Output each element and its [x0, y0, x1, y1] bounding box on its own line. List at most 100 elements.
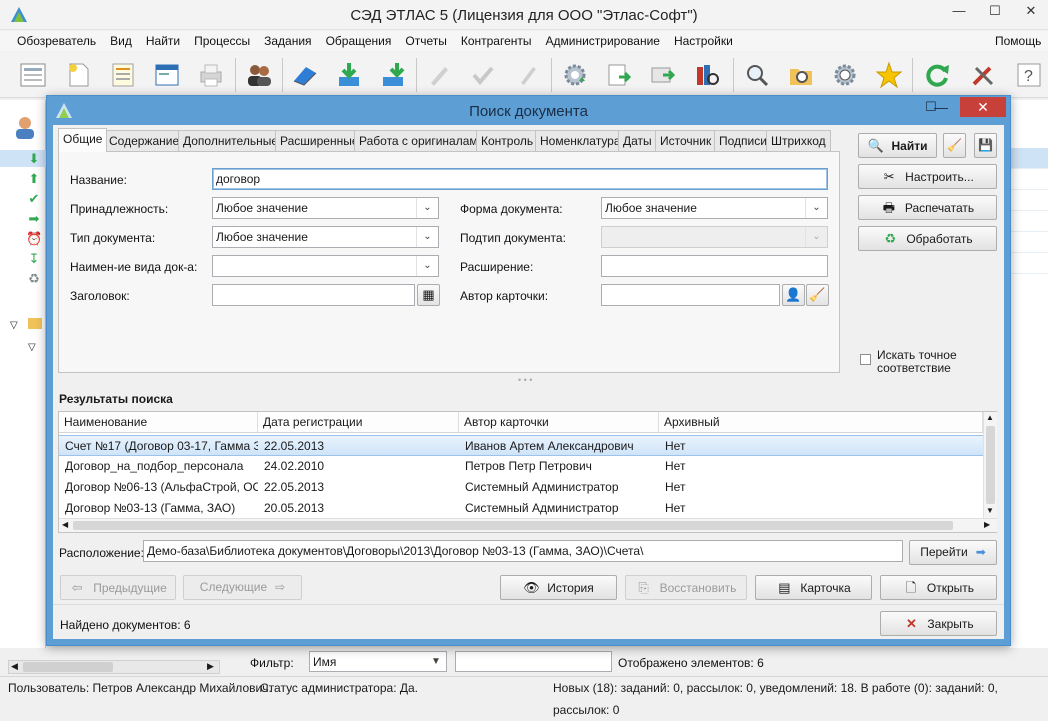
belonging-select[interactable]: Любое значение ⌄ [212, 197, 439, 219]
new-document-icon[interactable] [60, 56, 98, 94]
forward-icon[interactable] [644, 56, 682, 94]
filter-field-select[interactable]: Имя ▼ [309, 651, 447, 672]
history-button[interactable]: 👁 История [500, 575, 617, 600]
menu-item-requests[interactable]: Обращения [319, 31, 399, 51]
exact-match-checkbox[interactable] [860, 354, 871, 365]
scroll-down-icon[interactable]: ▼ [986, 506, 994, 515]
menu-item-find[interactable]: Найти [139, 31, 187, 51]
users-icon[interactable] [240, 56, 278, 94]
extension-input[interactable] [601, 255, 828, 277]
menu-item-help[interactable]: Помощь [988, 31, 1048, 51]
list-row[interactable] [1010, 190, 1048, 211]
close-dialog-button[interactable]: ✕ Закрыть [880, 611, 997, 636]
scroll-thumb[interactable] [73, 521, 953, 530]
tab-extended[interactable]: Расширенные [275, 130, 364, 151]
tab-control[interactable]: Контроль [476, 130, 539, 151]
tab-originals[interactable]: Работа с оригиналами [354, 130, 490, 151]
list-row[interactable] [1010, 169, 1048, 190]
scroll-left-icon[interactable]: ◀ [62, 520, 68, 529]
restore-button[interactable]: ⎘ Восстановить [625, 575, 747, 600]
location-path-input[interactable]: Демо-база\Библиотека документов\Договоры… [143, 540, 903, 562]
list-row[interactable] [1010, 211, 1048, 232]
author-input[interactable] [601, 284, 780, 306]
header-input[interactable] [212, 284, 415, 306]
doc-form-select[interactable]: Любое значение ⌄ [601, 197, 828, 219]
list-row[interactable] [1010, 253, 1048, 274]
maximize-button[interactable]: ☐ [980, 0, 1010, 24]
find-button[interactable]: 🔍 Найти [858, 133, 937, 158]
process-button[interactable]: ♻ Обработать [858, 226, 997, 251]
dialog-maximize-button[interactable]: ☐ [917, 98, 945, 118]
menu-item-tasks[interactable]: Задания [257, 31, 318, 51]
table-row[interactable]: Договор_на_подбор_персонала 24.02.2010 П… [59, 456, 983, 477]
user-profile-icon[interactable] [12, 114, 38, 140]
tab-general[interactable]: Общие [58, 128, 108, 152]
tree-horizontal-scrollbar[interactable]: ◀ ▶ [8, 660, 220, 674]
help-icon[interactable]: ? [1010, 56, 1048, 94]
tree-expand-icon[interactable]: ▽ [10, 320, 18, 331]
gear-process-icon[interactable] [556, 56, 594, 94]
open-button[interactable]: 🗋 Открыть [880, 575, 997, 600]
list-row[interactable] [1010, 232, 1048, 253]
column-header-author[interactable]: Автор карточки [459, 412, 659, 433]
minimize-button[interactable]: — [944, 0, 974, 24]
table-row[interactable]: Договор №06-13 (АльфаСтрой, ООО) 22.05.2… [59, 477, 983, 498]
configure-button[interactable]: ✂ Настроить... [858, 164, 997, 189]
menu-item-reports[interactable]: Отчеты [398, 31, 453, 51]
printer-icon[interactable] [192, 56, 230, 94]
import-icon[interactable] [374, 56, 412, 94]
books-icon[interactable] [688, 56, 726, 94]
scroll-up-icon[interactable]: ▲ [986, 413, 994, 422]
window-icon[interactable] [148, 56, 186, 94]
folder-search-icon[interactable] [782, 56, 820, 94]
menu-item-browser[interactable]: Обозреватель [10, 31, 103, 51]
doc-type-select[interactable]: Любое значение ⌄ [212, 226, 439, 248]
book-picker-icon[interactable]: ▦ [417, 284, 440, 306]
next-button[interactable]: Следующие ⇨ [183, 575, 302, 600]
scroll-right-icon[interactable]: ▶ [984, 520, 990, 529]
scanner-icon[interactable] [286, 56, 324, 94]
stamp-icon[interactable] [508, 56, 546, 94]
table-row[interactable]: Счет №17 (Договор 03-17, Гамма ЗАО) 22.0… [59, 435, 983, 456]
column-header-archived[interactable]: Архивный [659, 412, 983, 433]
edit-document-icon[interactable] [104, 56, 142, 94]
previous-button[interactable]: ⇦ Предыдущие [60, 575, 176, 600]
table-row[interactable]: Договор №03-13 (Гамма, ЗАО) 20.05.2013 С… [59, 498, 983, 518]
tab-dates[interactable]: Даты [618, 130, 657, 151]
name-input[interactable]: договор [212, 168, 828, 190]
scroll-thumb[interactable] [23, 662, 113, 672]
tab-nomenclature[interactable]: Номенклатура [535, 130, 626, 151]
export-icon[interactable] [600, 56, 638, 94]
pen-icon[interactable] [420, 56, 458, 94]
close-button[interactable]: ✕ [1016, 0, 1046, 24]
save-icon[interactable]: 💾 [974, 133, 997, 158]
filter-text-input[interactable] [455, 651, 612, 672]
tab-additional[interactable]: Дополнительные [178, 130, 283, 151]
tab-signatures[interactable]: Подписи [714, 130, 772, 151]
doc-subtype-select[interactable]: ⌄ [601, 226, 828, 248]
favorite-star-icon[interactable] [870, 56, 908, 94]
menu-item-settings[interactable]: Настройки [667, 31, 740, 51]
scroll-thumb[interactable] [986, 426, 995, 504]
tree-expand-icon[interactable]: ▽ [28, 342, 36, 353]
dialog-close-button[interactable]: ✕ [960, 97, 1006, 117]
tab-barcode[interactable]: Штрихкод [766, 130, 831, 151]
tools-icon[interactable] [964, 56, 1002, 94]
clear-broom-icon[interactable]: 🧹 [943, 133, 966, 158]
card-button[interactable]: ▤ Карточка [755, 575, 872, 600]
tab-source[interactable]: Источник [655, 130, 717, 151]
column-header-reg-date[interactable]: Дата регистрации [258, 412, 459, 433]
scroll-right-icon[interactable]: ▶ [207, 661, 214, 672]
kind-select[interactable]: ⌄ [212, 255, 439, 277]
menu-item-administration[interactable]: Администрирование [539, 31, 667, 51]
menu-item-view[interactable]: Вид [103, 31, 139, 51]
results-vertical-scrollbar[interactable]: ▲ ▼ [983, 412, 997, 518]
splitter-grip[interactable]: • • • [518, 375, 532, 385]
menu-item-processes[interactable]: Процессы [187, 31, 257, 51]
menu-item-contractors[interactable]: Контрагенты [454, 31, 539, 51]
go-button[interactable]: Перейти ➡ [909, 540, 997, 565]
download-icon[interactable] [330, 56, 368, 94]
tab-content[interactable]: Содержание [104, 130, 185, 151]
scroll-left-icon[interactable]: ◀ [11, 661, 18, 672]
document-list-icon[interactable] [14, 56, 52, 94]
